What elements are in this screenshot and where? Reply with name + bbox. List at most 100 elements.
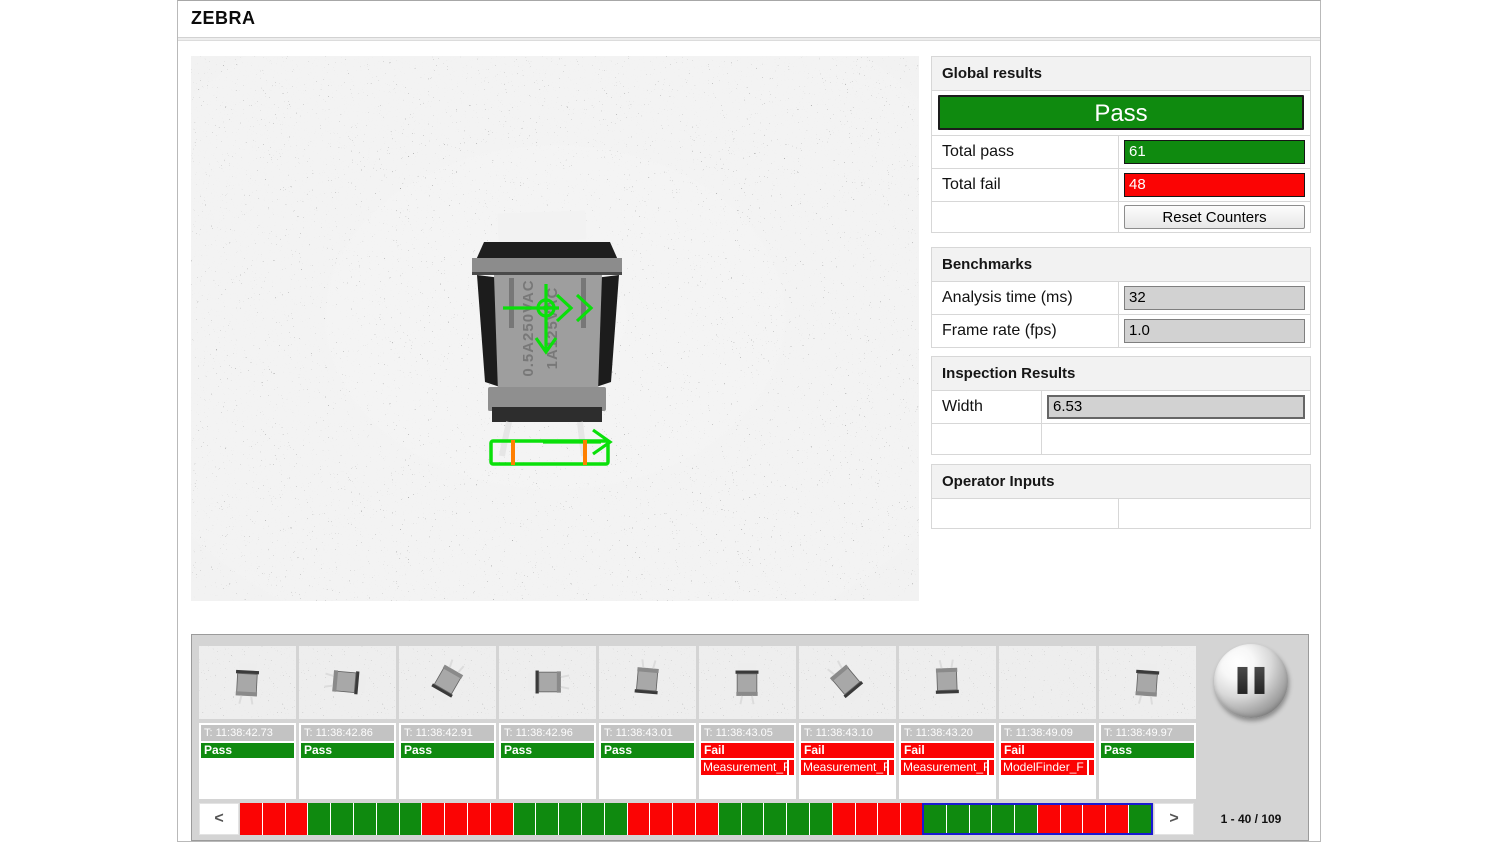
width-value: 6.53: [1047, 395, 1305, 419]
reset-row-spacer: [932, 202, 1119, 232]
thumbnail-timestamp: T: 11:38:43.01: [601, 725, 694, 741]
thumbnail-image: [499, 646, 596, 719]
result-segment-pass[interactable]: [331, 803, 354, 835]
camera-view: 0.5A250VAC 1A125VAC: [191, 56, 919, 601]
result-segment-pass[interactable]: [992, 803, 1015, 835]
total-pass-label: Total pass: [932, 136, 1119, 168]
result-segment-fail[interactable]: [1038, 803, 1061, 835]
thumbnail-image: [799, 646, 896, 719]
inspection-image: 0.5A250VAC 1A125VAC: [191, 56, 919, 601]
thumbnail-image: [999, 646, 1096, 719]
result-segment-fail[interactable]: [263, 803, 286, 835]
inspection-results-header: Inspection Results: [932, 357, 1310, 391]
global-results-header: Global results: [932, 57, 1310, 91]
result-segment-pass[interactable]: [742, 803, 765, 835]
thumbnail-status: Pass: [1101, 743, 1194, 758]
result-segment-fail[interactable]: [856, 803, 879, 835]
result-segment-fail[interactable]: [878, 803, 901, 835]
result-segment-fail[interactable]: [833, 803, 856, 835]
thumbnail-info: T: 11:38:49.97 Pass: [1099, 723, 1196, 799]
thumbnail-fail-reason: Measurement_F: [701, 760, 794, 775]
thumbnail-info: T: 11:38:49.09 Fail ModelFinder_F: [999, 723, 1096, 799]
result-segment-pass[interactable]: [536, 803, 559, 835]
result-segment-fail[interactable]: [445, 803, 468, 835]
result-segment-pass[interactable]: [810, 803, 833, 835]
result-segment-fail[interactable]: [1106, 803, 1129, 835]
result-segment-fail[interactable]: [650, 803, 673, 835]
operator-inputs-section: Operator Inputs: [931, 464, 1311, 529]
result-segment-pass[interactable]: [924, 803, 947, 835]
result-segment-pass[interactable]: [719, 803, 742, 835]
result-segment-pass[interactable]: [308, 803, 331, 835]
thumbnail-cell[interactable]: T: 11:38:43.05 Fail Measurement_F: [699, 646, 796, 719]
total-fail-value: 48: [1124, 173, 1305, 197]
total-pass-row: Total pass 61: [932, 136, 1310, 169]
result-segment-pass[interactable]: [787, 803, 810, 835]
pause-button[interactable]: [1214, 644, 1288, 718]
thumbnail-image: [1099, 646, 1196, 719]
thumbnail-status: Pass: [301, 743, 394, 758]
result-segment-pass[interactable]: [947, 803, 970, 835]
result-segment-pass[interactable]: [400, 803, 423, 835]
result-segment-pass[interactable]: [559, 803, 582, 835]
result-segment-fail[interactable]: [696, 803, 719, 835]
result-segment-pass[interactable]: [377, 803, 400, 835]
zebra-logo: ZEBRA: [191, 8, 256, 29]
thumbnail-cell[interactable]: T: 11:38:42.86 Pass: [299, 646, 396, 719]
result-segment-fail[interactable]: [468, 803, 491, 835]
result-segment-pass[interactable]: [764, 803, 787, 835]
frame-rate-value: 1.0: [1124, 319, 1305, 343]
result-segment-fail[interactable]: [673, 803, 696, 835]
result-segment-pass[interactable]: [354, 803, 377, 835]
analysis-time-value: 32: [1124, 286, 1305, 310]
thumbnail-image: [399, 646, 496, 719]
inspection-results-section: Inspection Results Width 6.53: [931, 356, 1311, 455]
result-segment-fail[interactable]: [1083, 803, 1106, 835]
reset-row: Reset Counters: [932, 202, 1310, 232]
thumbnail-image: [699, 646, 796, 719]
result-segment-fail[interactable]: [286, 803, 309, 835]
thumbnail-cell[interactable]: T: 11:38:49.09 Fail ModelFinder_F: [999, 646, 1096, 719]
result-segment-pass[interactable]: [1129, 803, 1152, 835]
thumbnail-info: T: 11:38:43.10 Fail Measurement_F: [799, 723, 896, 799]
svg-text:0.5A250VAC: 0.5A250VAC: [520, 279, 537, 376]
app-window: ZEBRA: [177, 0, 1321, 842]
result-segment-fail[interactable]: [628, 803, 651, 835]
result-history-strip: [240, 803, 1152, 835]
result-segment-pass[interactable]: [514, 803, 537, 835]
thumbnail-cell[interactable]: T: 11:38:43.20 Fail Measurement_F: [899, 646, 996, 719]
thumbnail-cell[interactable]: T: 11:38:42.73 Pass: [199, 646, 296, 719]
result-segment-fail[interactable]: [901, 803, 924, 835]
header-divider: [178, 37, 1320, 41]
thumbnail-timestamp: T: 11:38:43.10: [801, 725, 894, 741]
thumbnail-info: T: 11:38:42.96 Pass: [499, 723, 596, 799]
thumbnail-info: T: 11:38:43.05 Fail Measurement_F: [699, 723, 796, 799]
thumbnail-status: Fail: [1001, 743, 1094, 758]
thumbnail-status: Fail: [901, 743, 994, 758]
result-segment-pass[interactable]: [582, 803, 605, 835]
thumbnail-info: T: 11:38:42.73 Pass: [199, 723, 296, 799]
result-segment-pass[interactable]: [1015, 803, 1038, 835]
result-segment-pass[interactable]: [970, 803, 993, 835]
operator-input-cell-left: [932, 499, 1119, 528]
thumbnail-cell[interactable]: T: 11:38:49.97 Pass: [1099, 646, 1196, 719]
reset-counters-button[interactable]: Reset Counters: [1124, 205, 1305, 229]
analysis-time-label: Analysis time (ms): [932, 282, 1119, 314]
thumbnail-timestamp: T: 11:38:42.73: [201, 725, 294, 741]
result-segment-pass[interactable]: [605, 803, 628, 835]
result-segment-fail[interactable]: [422, 803, 445, 835]
scroll-prev-button[interactable]: <: [199, 803, 239, 835]
benchmarks-header: Benchmarks: [932, 248, 1310, 282]
thumbnail-timestamp: T: 11:38:43.20: [901, 725, 994, 741]
thumbnail-cell[interactable]: T: 11:38:42.96 Pass: [499, 646, 596, 719]
thumbnail-cell[interactable]: T: 11:38:43.10 Fail Measurement_F: [799, 646, 896, 719]
thumbnail-cell[interactable]: T: 11:38:43.01 Pass: [599, 646, 696, 719]
thumbnail-info: T: 11:38:42.86 Pass: [299, 723, 396, 799]
result-segment-fail[interactable]: [491, 803, 514, 835]
thumbnail-timestamp: T: 11:38:49.09: [1001, 725, 1094, 741]
thumbnail-cell[interactable]: T: 11:38:42.91 Pass: [399, 646, 496, 719]
result-segment-fail[interactable]: [1061, 803, 1084, 835]
operator-inputs-header: Operator Inputs: [932, 465, 1310, 499]
scroll-next-button[interactable]: >: [1154, 803, 1194, 835]
result-segment-fail[interactable]: [240, 803, 263, 835]
